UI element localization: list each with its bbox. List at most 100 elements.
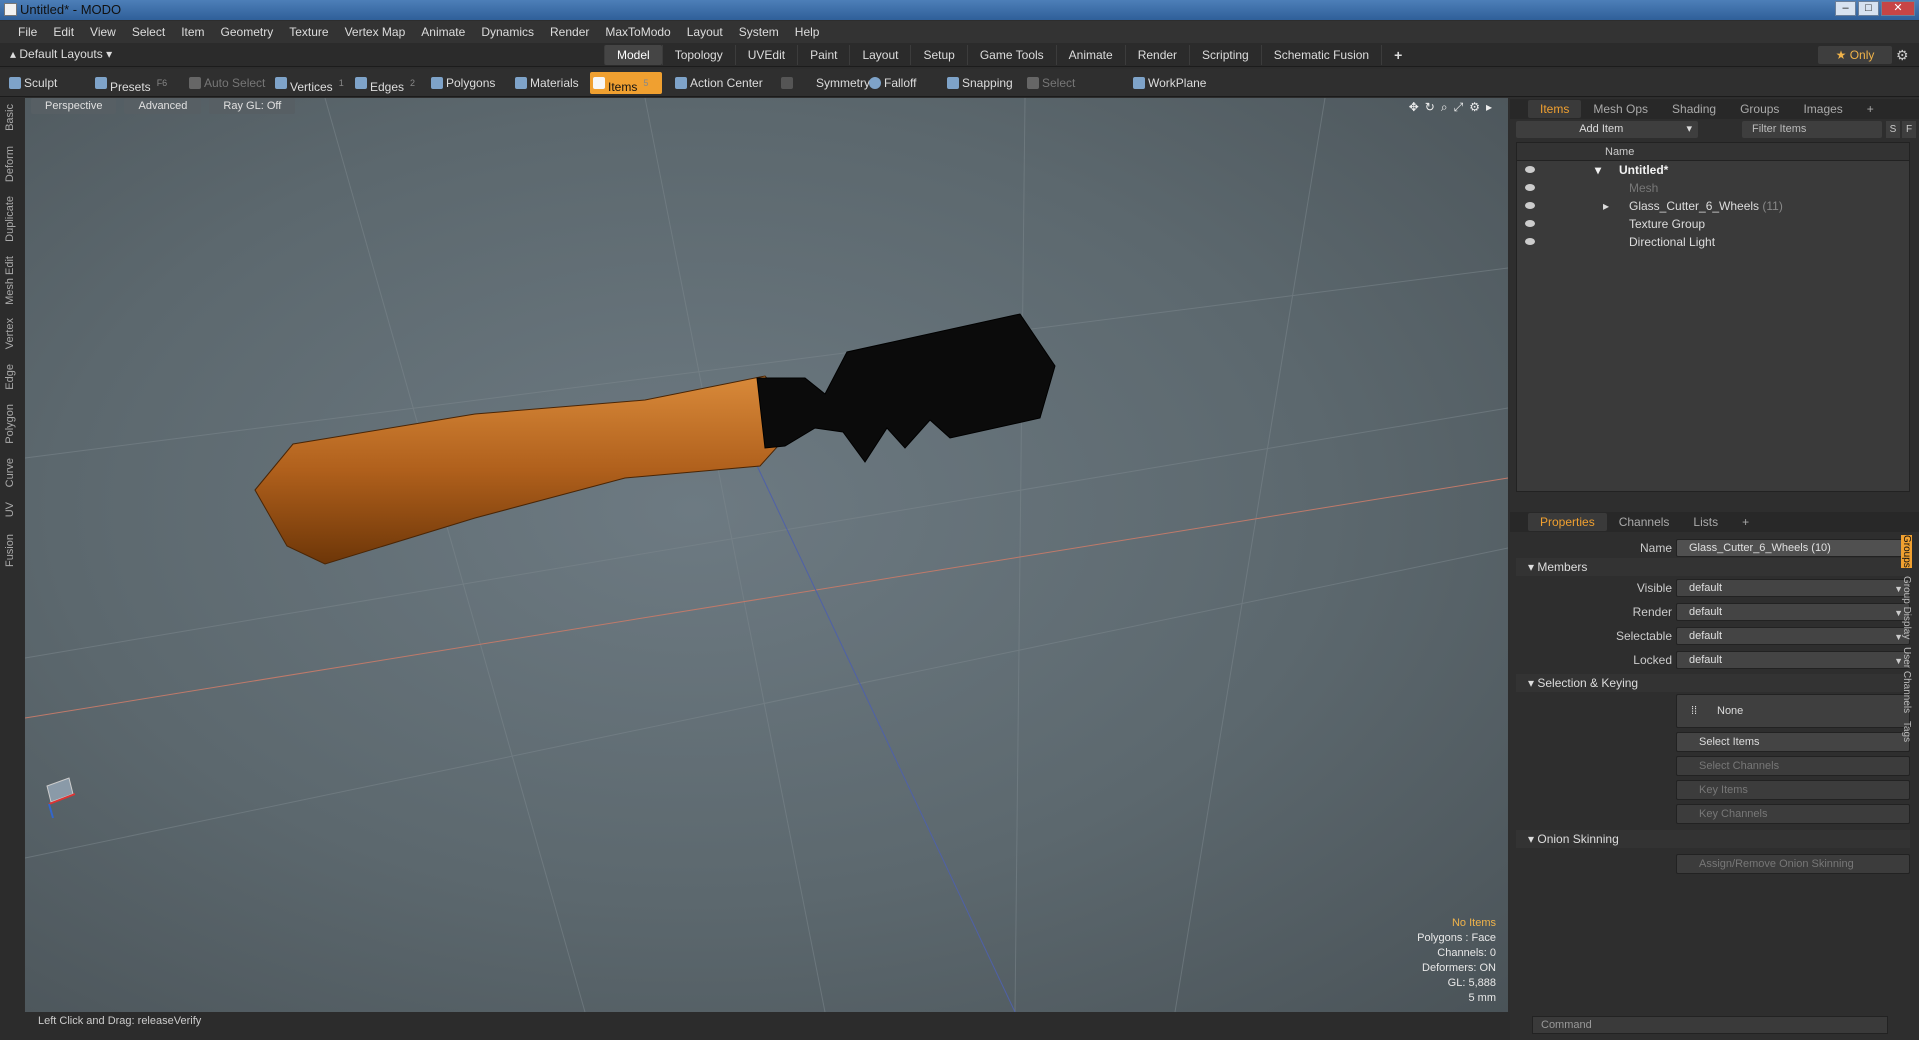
tab-schematic-fusion[interactable]: Schematic Fusion: [1260, 45, 1381, 65]
tab-uvedit[interactable]: UVEdit: [734, 45, 797, 65]
side-tab-group-display[interactable]: Group Display: [1901, 576, 1912, 639]
menu-geometry[interactable]: Geometry: [213, 25, 282, 39]
tab-model[interactable]: Model: [604, 45, 662, 65]
snapping-button[interactable]: Snapping: [944, 72, 1018, 94]
auto-select-button[interactable]: Auto Select: [186, 72, 270, 94]
key-items-button[interactable]: Key Items: [1676, 780, 1910, 800]
left-tab-fusion[interactable]: Fusion: [4, 534, 16, 567]
action-center-button[interactable]: Action Center: [672, 72, 764, 94]
menu-maxtomodo[interactable]: MaxToModo: [597, 25, 678, 39]
sculpt-button[interactable]: Sculpt: [6, 72, 90, 94]
side-tab-tags[interactable]: Tags: [1901, 721, 1912, 742]
visibility-eye-icon[interactable]: [1525, 184, 1535, 191]
presets-button[interactable]: Presets F6: [92, 72, 172, 94]
tab-paint[interactable]: Paint: [797, 45, 849, 65]
tab-game-tools[interactable]: Game Tools: [966, 45, 1056, 65]
add-tab-button[interactable]: +: [1381, 45, 1414, 65]
tab-topology[interactable]: Topology: [661, 45, 735, 65]
list-item[interactable]: Texture Group: [1517, 215, 1909, 233]
select-channels-button[interactable]: Select Channels: [1676, 756, 1910, 776]
tab-animate[interactable]: Animate: [1055, 45, 1125, 65]
select-through-button[interactable]: Select Through: [1024, 72, 1118, 112]
visibility-eye-icon[interactable]: [1525, 238, 1535, 245]
select-items-button[interactable]: Select Items: [1676, 732, 1910, 752]
left-tab-basic[interactable]: Basic: [4, 104, 16, 131]
visibility-eye-icon[interactable]: [1525, 166, 1535, 173]
view-type-dropdown[interactable]: Perspective: [31, 98, 117, 114]
materials-button[interactable]: Materials: [512, 72, 588, 94]
visibility-eye-icon[interactable]: [1525, 220, 1535, 227]
left-tab-vertex[interactable]: Vertex: [4, 318, 16, 349]
tab-lists[interactable]: Lists: [1681, 513, 1730, 531]
key-channels-button[interactable]: Key Channels: [1676, 804, 1910, 824]
left-tab-polygon[interactable]: Polygon: [4, 404, 16, 444]
name-field[interactable]: Glass_Cutter_6_Wheels (10): [1676, 539, 1910, 557]
visibility-eye-icon[interactable]: [1525, 202, 1535, 209]
tab-properties[interactable]: Properties: [1528, 513, 1607, 531]
workplane-button[interactable]: WorkPlane: [1130, 72, 1206, 94]
tab-scripting[interactable]: Scripting: [1189, 45, 1261, 65]
polygons-button[interactable]: Polygons: [428, 72, 504, 94]
render-dropdown[interactable]: default ▼: [1676, 603, 1910, 621]
falloff-button[interactable]: Falloff: [866, 72, 928, 94]
rotate-view-icon[interactable]: ↻: [1425, 100, 1435, 115]
tab-render[interactable]: Render: [1124, 45, 1189, 65]
tab-layout[interactable]: Layout: [849, 45, 910, 65]
menu-layout[interactable]: Layout: [679, 25, 731, 39]
list-item[interactable]: Directional Light: [1517, 233, 1909, 251]
group-members-box[interactable]: ⁞⁞ None: [1676, 694, 1910, 728]
f-filter-button[interactable]: F: [1902, 121, 1916, 138]
menu-dynamics[interactable]: Dynamics: [473, 25, 542, 39]
add-properties-tab-button[interactable]: +: [1730, 513, 1761, 531]
menu-animate[interactable]: Animate: [413, 25, 473, 39]
menu-vertex-map[interactable]: Vertex Map: [337, 25, 414, 39]
left-tab-duplicate[interactable]: Duplicate: [4, 196, 16, 242]
side-tab-groups[interactable]: Groups: [1901, 535, 1912, 568]
tab-setup[interactable]: Setup: [910, 45, 966, 65]
onion-skinning-button[interactable]: Assign/Remove Onion Skinning: [1676, 854, 1910, 874]
expand-arrow-icon[interactable]: ▸: [1603, 197, 1609, 215]
left-tab-deform[interactable]: Deform: [4, 146, 16, 182]
menu-view[interactable]: View: [82, 25, 124, 39]
symmetry-button[interactable]: Symmetry: [778, 72, 870, 94]
edges-button[interactable]: Edges 2: [352, 72, 424, 94]
menu-system[interactable]: System: [731, 25, 787, 39]
onion-skinning-section[interactable]: ▾ Onion Skinning: [1516, 830, 1910, 848]
left-tab-uv[interactable]: UV: [4, 502, 16, 517]
menu-file[interactable]: File: [10, 25, 45, 39]
list-item[interactable]: ▸ Glass_Cutter_6_Wheels (11): [1517, 197, 1909, 215]
move-view-icon[interactable]: ✥: [1409, 100, 1419, 115]
menu-item[interactable]: Item: [173, 25, 212, 39]
command-input[interactable]: Command: [1532, 1016, 1888, 1034]
expand-arrow-icon[interactable]: ▾: [1595, 161, 1601, 179]
side-tab-user-channels[interactable]: User Channels: [1901, 647, 1912, 713]
viewport-menu-icon[interactable]: ▸: [1486, 100, 1492, 115]
viewport-gear-icon[interactable]: ⚙: [1469, 100, 1480, 115]
menu-help[interactable]: Help: [787, 25, 828, 39]
menu-select[interactable]: Select: [124, 25, 173, 39]
shading-dropdown[interactable]: Advanced: [124, 98, 202, 114]
list-item[interactable]: ▾ Untitled*: [1517, 161, 1909, 179]
menu-edit[interactable]: Edit: [45, 25, 82, 39]
visible-dropdown[interactable]: default ▼: [1676, 579, 1910, 597]
fit-view-icon[interactable]: ⤢: [1454, 100, 1464, 115]
left-tab-edge[interactable]: Edge: [4, 364, 16, 390]
selectable-dropdown[interactable]: default ▼: [1676, 627, 1910, 645]
add-item-button[interactable]: Add Item ▾: [1516, 121, 1698, 138]
menu-texture[interactable]: Texture: [281, 25, 336, 39]
menu-render[interactable]: Render: [542, 25, 597, 39]
3d-viewport[interactable]: Perspective Advanced Ray GL: Off ✥ ↻ ⌕ ⤢…: [25, 98, 1508, 1012]
vertices-button[interactable]: Vertices 1: [272, 72, 350, 94]
raygl-toggle[interactable]: Ray GL: Off: [209, 98, 296, 114]
layout-selector[interactable]: ▴ Default Layouts ▾: [10, 47, 112, 61]
filter-items-input[interactable]: Filter Items: [1742, 121, 1882, 138]
left-tab-curve[interactable]: Curve: [4, 458, 16, 487]
members-section[interactable]: ▾ Members: [1516, 558, 1910, 576]
left-tab-mesh-edit[interactable]: Mesh Edit: [4, 256, 16, 305]
selection-keying-section[interactable]: ▾ Selection & Keying: [1516, 674, 1910, 692]
items-button[interactable]: Items 5: [590, 72, 662, 94]
tab-channels[interactable]: Channels: [1607, 513, 1682, 531]
list-item[interactable]: Mesh: [1517, 179, 1909, 197]
locked-dropdown[interactable]: default ▼: [1676, 651, 1910, 669]
zoom-view-icon[interactable]: ⌕: [1441, 100, 1448, 115]
